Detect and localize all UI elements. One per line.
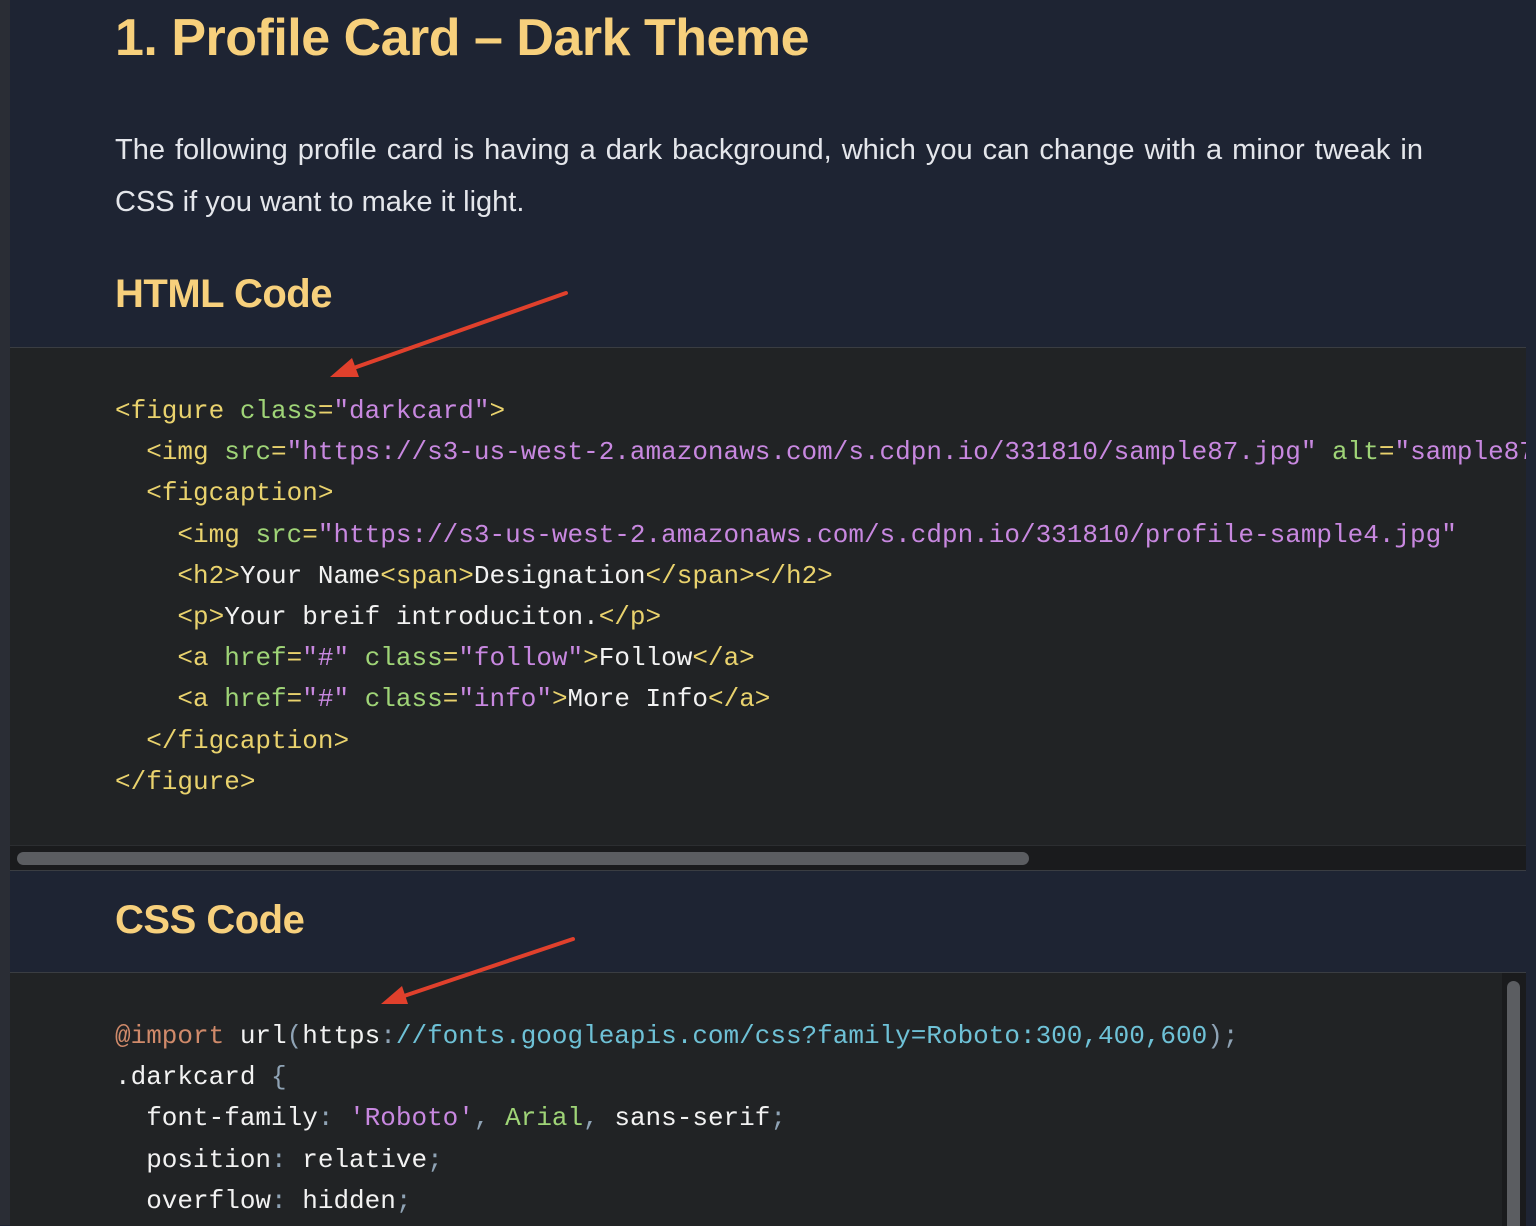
css-code-line: font-family: 'Roboto', Arial, sans-serif… — [115, 1103, 786, 1134]
css-code-line: @import url(https://fonts.googleapis.com… — [115, 1021, 1239, 1051]
html-code-line: <a href="#" class="info">More Info</a> — [177, 684, 771, 715]
html-code-line: <figcaption> — [146, 478, 334, 509]
vertical-scrollbar-thumb[interactable] — [1507, 981, 1520, 1226]
html-code-block[interactable]: <figure class="darkcard"> <img src="http… — [10, 347, 1526, 871]
html-code-heading: HTML Code — [115, 272, 332, 316]
css-code-line: position: relative; — [115, 1144, 443, 1175]
article-page: 1. Profile Card – Dark Theme The followi… — [0, 0, 1536, 1226]
html-code-text[interactable]: <figure class="darkcard"> <img src="http… — [115, 391, 1526, 803]
css-code-block[interactable]: @import url(https://fonts.googleapis.com… — [10, 972, 1526, 1226]
html-code-line: <img src="https://s3-us-west-2.amazonaws… — [146, 437, 1526, 468]
html-code-line: <a href="#" class="follow">Follow</a> — [177, 643, 755, 674]
intro-paragraph: The following profile card is having a d… — [115, 134, 1423, 218]
horizontal-scrollbar[interactable] — [10, 845, 1526, 870]
horizontal-scrollbar-thumb[interactable] — [17, 852, 1029, 865]
css-code-text[interactable]: @import url(https://fonts.googleapis.com… — [115, 1016, 1238, 1222]
css-code-line: .darkcard { — [115, 1062, 287, 1093]
html-code-line: <p>Your breif introduciton.</p> — [177, 602, 662, 633]
css-code-heading: CSS Code — [115, 898, 305, 942]
page-title: 1. Profile Card – Dark Theme — [115, 9, 810, 67]
html-code-line: <img src="https://s3-us-west-2.amazonaws… — [177, 519, 1457, 550]
css-code-line: overflow: hidden; — [115, 1185, 412, 1216]
left-rail — [0, 0, 10, 1225]
html-code-line: </figcaption> — [146, 725, 350, 756]
vertical-scrollbar[interactable] — [1502, 973, 1526, 1226]
html-code-line: <h2>Your Name<span>Designation</span></h… — [177, 560, 833, 591]
html-code-line: <figure class="darkcard"> — [115, 396, 506, 426]
html-code-line: </figure> — [115, 766, 256, 797]
